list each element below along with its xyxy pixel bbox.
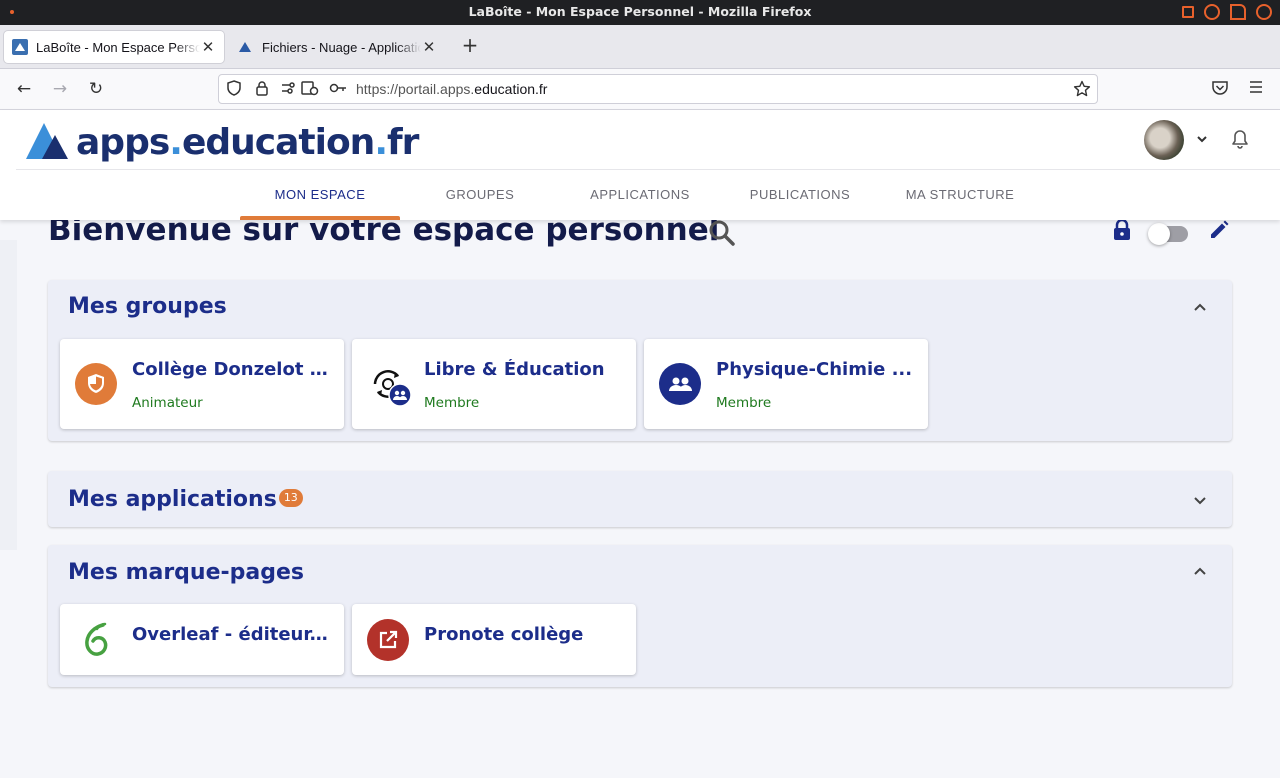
close-window-icon[interactable]	[1256, 4, 1272, 20]
edit-mode-toggle[interactable]	[1148, 223, 1188, 245]
bookmarks-title[interactable]: Mes marque-pages	[68, 560, 304, 585]
left-drawer-handle[interactable]	[0, 240, 17, 550]
back-icon[interactable]: ←	[14, 79, 34, 99]
bookmark-card-pronote[interactable]: Pronote collège	[352, 604, 636, 675]
nav-ma-structure[interactable]: MA STRUCTURE	[880, 187, 1040, 202]
external-link-icon	[367, 619, 409, 661]
nav-groupes[interactable]: GROUPES	[400, 187, 560, 202]
site-header: apps.education.fr MON ESPACE GROUPES APP…	[0, 110, 1280, 220]
laboite-favicon-icon	[12, 39, 28, 55]
bookmarks-panel: Mes marque-pages Overleaf - éditeur... P…	[48, 545, 1232, 687]
overleaf-icon	[75, 619, 117, 661]
card-role: Membre	[716, 395, 772, 411]
applications-title[interactable]: Mes applications 13	[68, 487, 303, 512]
nav-mon-espace[interactable]: MON ESPACE	[240, 187, 400, 202]
nav-publications[interactable]: PUBLICATIONS	[720, 187, 880, 202]
edit-pencil-icon[interactable]	[1208, 219, 1230, 241]
close-tab-icon[interactable]: ✕	[200, 38, 216, 56]
window-title: LaBoîte - Mon Espace Personnel - Mozilla…	[468, 4, 812, 19]
tracking-shield-icon[interactable]	[225, 80, 243, 98]
bookmark-card-overleaf[interactable]: Overleaf - éditeur...	[60, 604, 344, 675]
applications-panel: Mes applications 13	[48, 471, 1232, 527]
restore-icon[interactable]	[1230, 4, 1246, 20]
groups-panel: Mes groupes Collège Donzelot ... Animate…	[48, 280, 1232, 441]
nav-bar: ← → ↻ https://portail.apps.education.fr	[0, 69, 1280, 110]
nuage-favicon-icon	[238, 39, 254, 55]
minimize-icon[interactable]	[1182, 6, 1194, 18]
search-icon[interactable]	[707, 218, 737, 248]
chevron-up-icon[interactable]	[1192, 300, 1208, 316]
key-icon[interactable]	[329, 80, 347, 98]
sync-icon	[367, 363, 412, 407]
window-titlebar: LaBoîte - Mon Espace Personnel - Mozilla…	[0, 0, 1280, 25]
apps-education-logo[interactable]: apps.education.fr	[26, 120, 419, 164]
group-card-college[interactable]: Collège Donzelot ... Animateur	[60, 339, 344, 429]
reload-icon[interactable]: ↻	[86, 79, 106, 99]
groups-title[interactable]: Mes groupes	[68, 294, 227, 319]
close-tab-icon[interactable]: ✕	[421, 38, 437, 56]
main-nav: MON ESPACE GROUPES APPLICATIONS PUBLICAT…	[0, 170, 1280, 220]
maximize-icon[interactable]	[1204, 4, 1220, 20]
chevron-up-icon[interactable]	[1192, 564, 1208, 580]
nav-applications[interactable]: APPLICATIONS	[560, 187, 720, 202]
group-card-libre-education[interactable]: Libre & Éducation Membre	[352, 339, 636, 429]
card-title: Pronote collège	[424, 624, 584, 645]
people-icon	[659, 363, 701, 405]
chevron-down-icon[interactable]	[1192, 492, 1208, 508]
logo-text: apps.education.fr	[76, 121, 419, 163]
page-info-icon[interactable]	[301, 80, 319, 98]
tab-label: Fichiers - Nuage - Applications	[262, 39, 421, 55]
bookmark-star-icon[interactable]	[1073, 80, 1091, 98]
url-text[interactable]: https://portail.apps.education.fr	[356, 81, 547, 97]
tab-label: LaBoîte - Mon Espace Personnel	[36, 39, 200, 55]
card-title: Libre & Éducation	[424, 359, 605, 380]
group-card-physique-chimie[interactable]: Physique-Chimie ... Membre	[644, 339, 928, 429]
tab-laboite[interactable]: LaBoîte - Mon Espace Personnel ✕	[4, 31, 224, 63]
menu-hamburger-icon[interactable]	[1246, 79, 1266, 99]
shield-icon	[75, 363, 117, 405]
card-title: Collège Donzelot ...	[132, 359, 330, 380]
active-nav-indicator	[240, 216, 400, 220]
card-title: Overleaf - éditeur...	[132, 624, 330, 645]
card-role: Animateur	[132, 395, 203, 411]
tab-strip: LaBoîte - Mon Espace Personnel ✕ Fichier…	[0, 25, 1280, 69]
lock-icon[interactable]	[253, 80, 271, 98]
card-role: Membre	[424, 395, 480, 411]
applications-count-badge: 13	[278, 489, 303, 507]
avatar[interactable]	[1144, 120, 1184, 160]
forward-icon[interactable]: →	[50, 79, 70, 99]
url-bar[interactable]: https://portail.apps.education.fr	[218, 74, 1098, 104]
permissions-icon[interactable]	[281, 80, 299, 98]
card-title: Physique-Chimie ...	[716, 359, 913, 380]
new-tab-icon[interactable]: +	[458, 33, 482, 57]
lock-icon[interactable]	[1112, 218, 1132, 241]
chevron-down-icon[interactable]	[1195, 132, 1209, 146]
logo-mark-icon	[26, 123, 70, 161]
bell-icon[interactable]	[1229, 128, 1251, 150]
tab-fichiers[interactable]: Fichiers - Nuage - Applications ✕	[230, 31, 445, 63]
pocket-icon[interactable]	[1210, 79, 1230, 99]
